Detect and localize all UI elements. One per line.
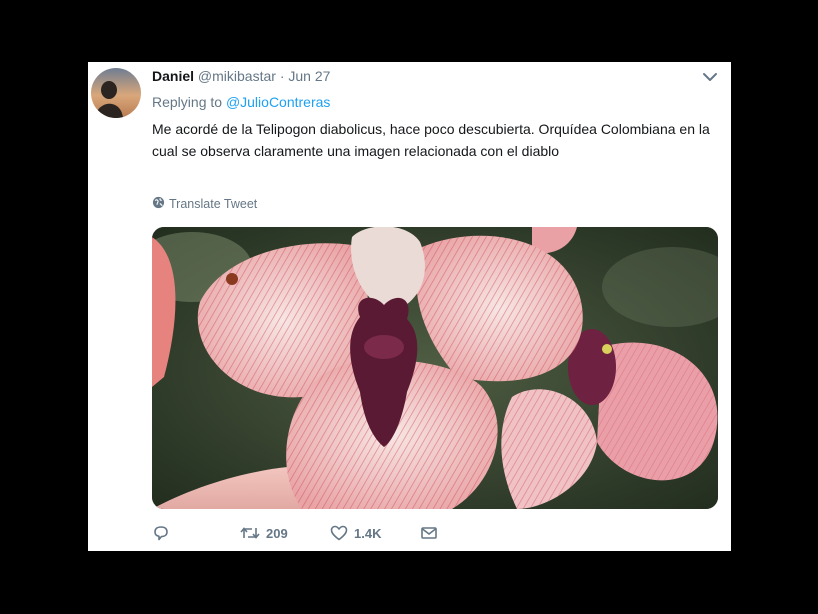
author-name[interactable]: Daniel	[152, 68, 194, 84]
translate-label: Translate Tweet	[169, 197, 258, 211]
direct-message-button[interactable]	[420, 524, 450, 542]
envelope-icon	[420, 524, 438, 542]
globe-icon	[152, 196, 165, 212]
chevron-down-icon[interactable]	[701, 68, 719, 86]
avatar[interactable]	[91, 68, 141, 118]
replying-prefix: Replying to	[152, 94, 223, 110]
retweet-icon	[240, 524, 260, 542]
replying-handle[interactable]: @JulioContreras	[226, 94, 330, 110]
tweet-card[interactable]: Daniel @mikibastar · Jun 27 Replying to …	[88, 62, 731, 551]
reply-icon	[152, 524, 170, 542]
tweet-date[interactable]: Jun 27	[288, 68, 330, 84]
tweet-text: Me acordé de la Telipogon diabolicus, ha…	[152, 121, 710, 159]
retweet-count: 209	[266, 525, 288, 541]
tweet-header: Daniel @mikibastar · Jun 27	[152, 68, 330, 84]
tweet-photo[interactable]	[152, 227, 718, 509]
translate-tweet-button[interactable]: Translate Tweet	[152, 196, 257, 212]
like-button[interactable]: 1.4K	[330, 524, 420, 542]
reply-button[interactable]	[152, 524, 240, 542]
replying-to: Replying to @JulioContreras	[152, 94, 330, 110]
like-count: 1.4K	[354, 525, 382, 541]
tweet-actions: 209 1.4K	[152, 522, 450, 544]
separator: ·	[279, 68, 285, 84]
author-handle[interactable]: @mikibastar	[198, 68, 276, 84]
retweet-button[interactable]: 209	[240, 524, 330, 542]
heart-icon	[330, 524, 348, 542]
